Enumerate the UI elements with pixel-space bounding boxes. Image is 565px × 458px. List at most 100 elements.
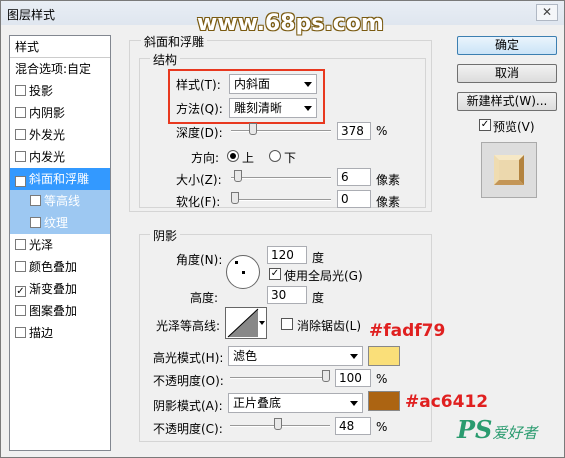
preview-checkbox[interactable]: ✓ xyxy=(479,119,491,131)
soften-track xyxy=(231,199,331,201)
new-style-button[interactable]: 新建样式(W)... xyxy=(457,92,557,111)
checkbox-icon[interactable] xyxy=(15,327,26,338)
angle-marker-icon xyxy=(242,271,245,274)
checkbox-icon[interactable]: ✓ xyxy=(15,176,26,187)
direction-down-label: 下 xyxy=(284,151,297,165)
style-list-label: 颜色叠加 xyxy=(29,260,78,274)
size-slider[interactable] xyxy=(233,170,242,182)
window-title: 图层样式 xyxy=(7,8,56,22)
global-light-checkbox[interactable]: ✓ xyxy=(269,268,281,280)
shadow-mode-value: 正片叠底 xyxy=(233,396,282,410)
angle-input[interactable]: 120 xyxy=(267,246,307,264)
direction-label: 方向: xyxy=(191,151,220,165)
checkbox-icon[interactable] xyxy=(15,129,26,140)
checkbox-icon[interactable] xyxy=(15,261,26,272)
shadow-mode-label: 阴影模式(A): xyxy=(153,399,223,413)
style-list-item-outer-glow[interactable]: 外发光 xyxy=(10,124,110,146)
style-list-item-bevel-emboss[interactable]: ✓ 斜面和浮雕 xyxy=(10,168,110,190)
highlight-opacity-label: 不透明度(O): xyxy=(153,374,224,388)
altitude-label: 高度: xyxy=(190,291,219,305)
highlight-opacity-unit: % xyxy=(376,372,388,386)
checkbox-icon[interactable] xyxy=(15,239,26,250)
checkbox-icon[interactable] xyxy=(15,107,26,118)
style-list-item-inner-glow[interactable]: 内发光 xyxy=(10,146,110,168)
highlight-color-swatch[interactable] xyxy=(368,346,400,366)
checkbox-icon[interactable] xyxy=(30,217,41,228)
style-list-label: 内发光 xyxy=(29,150,66,164)
altitude-input[interactable]: 30 xyxy=(267,286,307,304)
shadow-color-annotation: #ac6412 xyxy=(405,392,489,412)
highlight-opacity-input[interactable]: 100 xyxy=(335,369,371,387)
direction-down-radio[interactable] xyxy=(269,150,281,162)
soften-slider[interactable] xyxy=(231,192,239,204)
angle-unit: 度 xyxy=(312,251,325,265)
size-input[interactable]: 6 xyxy=(337,168,371,186)
angle-dial[interactable] xyxy=(226,255,260,289)
style-list-label: 渐变叠加 xyxy=(29,282,78,296)
highlight-opacity-track xyxy=(230,377,330,379)
style-list-item-contour[interactable]: 等高线 xyxy=(10,190,110,212)
shadow-mode-select[interactable]: 正片叠底 xyxy=(228,393,363,413)
style-list-label: 斜面和浮雕 xyxy=(29,172,90,186)
angle-label: 角度(N): xyxy=(176,253,223,267)
shadow-opacity-unit: % xyxy=(376,420,388,434)
depth-input[interactable]: 378 xyxy=(337,122,371,140)
checkbox-icon[interactable] xyxy=(15,305,26,316)
size-track xyxy=(231,177,331,179)
depth-label: 深度(D): xyxy=(176,126,223,140)
chevron-down-icon xyxy=(259,321,265,325)
soften-unit: 像素 xyxy=(376,195,401,209)
checkbox-icon[interactable]: ✓ xyxy=(15,286,26,297)
contour-preview-icon xyxy=(227,308,259,338)
watermark: www.68ps.com xyxy=(197,11,384,36)
direction-up-radio[interactable] xyxy=(227,150,239,162)
bevel-emboss-title: 斜面和浮雕 xyxy=(141,33,208,50)
cancel-button[interactable]: 取消 xyxy=(457,64,557,83)
angle-handle-icon xyxy=(235,261,238,264)
style-list-item-gradient-overlay[interactable]: ✓ 渐变叠加 xyxy=(10,278,110,300)
direction-up-label: 上 xyxy=(242,151,255,165)
soften-input[interactable]: 0 xyxy=(337,190,371,208)
style-list-item-drop-shadow[interactable]: 投影 xyxy=(10,80,110,102)
checkbox-icon[interactable] xyxy=(15,151,26,162)
chevron-down-icon xyxy=(350,401,358,406)
checkbox-icon[interactable] xyxy=(30,195,41,206)
highlight-color-annotation: #fadf79 xyxy=(369,321,446,341)
close-icon[interactable]: ✕ xyxy=(536,4,558,21)
style-list-item-stroke[interactable]: 描边 xyxy=(10,322,110,344)
style-list-label: 投影 xyxy=(29,84,54,98)
altitude-unit: 度 xyxy=(312,291,325,305)
ok-button[interactable]: 确定 xyxy=(457,36,557,55)
highlight-opacity-slider[interactable] xyxy=(322,370,330,382)
style-list-item-color-overlay[interactable]: 颜色叠加 xyxy=(10,256,110,278)
style-list-label: 外发光 xyxy=(29,128,66,142)
style-list-item-satin[interactable]: 光泽 xyxy=(10,234,110,256)
site-logo: PS爱好者 xyxy=(457,415,537,444)
styles-header[interactable]: 样式 xyxy=(10,36,110,58)
structure-title: 结构 xyxy=(150,51,181,68)
style-list-item-texture[interactable]: 纹理 xyxy=(10,212,110,234)
highlight-mode-value: 滤色 xyxy=(233,349,258,363)
highlight-mode-select[interactable]: 滤色 xyxy=(228,346,363,366)
shadow-opacity-input[interactable]: 48 xyxy=(335,417,371,435)
chevron-down-icon xyxy=(350,354,358,359)
style-list-item-pattern-overlay[interactable]: 图案叠加 xyxy=(10,300,110,322)
style-list: 样式 混合选项:自定 投影 内阴影 外发光 内发光 ✓ 斜面和浮雕 等高线 纹理 光泽 颜色叠加 ✓… xyxy=(9,35,111,451)
gloss-contour-label: 光泽等高线: xyxy=(156,319,221,333)
preview-label: 预览(V) xyxy=(493,120,535,134)
style-list-label: 等高线 xyxy=(44,194,81,208)
antialias-checkbox[interactable] xyxy=(281,318,293,330)
logo-ps: PS xyxy=(457,415,493,444)
shadow-opacity-slider[interactable] xyxy=(274,418,283,430)
depth-unit: % xyxy=(376,124,388,138)
style-list-label: 图案叠加 xyxy=(29,304,78,318)
blend-options-item[interactable]: 混合选项:自定 xyxy=(10,58,110,80)
style-list-item-inner-shadow[interactable]: 内阴影 xyxy=(10,102,110,124)
shadow-color-swatch[interactable] xyxy=(368,391,400,411)
global-light-label: 使用全局光(G) xyxy=(284,269,363,283)
depth-track xyxy=(231,130,331,132)
gloss-contour-picker[interactable] xyxy=(225,307,267,339)
highlight-mode-label: 高光模式(H): xyxy=(153,351,224,365)
depth-slider[interactable] xyxy=(249,123,258,135)
checkbox-icon[interactable] xyxy=(15,85,26,96)
